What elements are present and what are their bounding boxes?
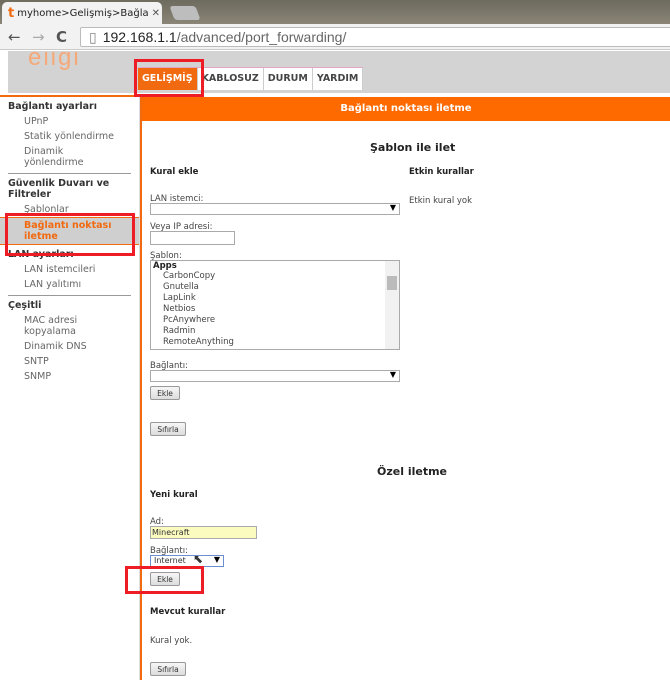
sidebar-item-lan-clients[interactable]: LAN istemcileri: [0, 262, 139, 277]
address-bar[interactable]: ▯ 192.168.1.1/advanced/port_forwarding/: [80, 27, 670, 47]
sidebar-section-title: Güvenlik Duvarı ve Filtreler: [8, 178, 110, 200]
custom-section-title: Özel iletme: [377, 465, 447, 478]
sidebar-section-title: Çeşitli: [8, 300, 42, 311]
chevron-down-icon: ▼: [389, 203, 396, 212]
reload-icon[interactable]: C: [56, 28, 67, 46]
lan-client-select[interactable]: ▼: [150, 203, 400, 215]
url-host: 192.168.1.1: [102, 29, 177, 45]
new-tab-button[interactable]: [169, 6, 201, 20]
page-icon: ▯: [89, 28, 97, 45]
tab-kablosuz[interactable]: KABLOSUZ: [197, 68, 264, 90]
ip-address-input[interactable]: [150, 231, 235, 245]
tab-durum[interactable]: DURUM: [263, 68, 313, 90]
tab-title: myhome>Gelişmiş>Bağla: [17, 7, 149, 19]
sidebar-item-dynamic-routing[interactable]: Dinamik yönlendirme: [0, 144, 110, 170]
active-rules-empty: Etkin kural yok: [409, 196, 473, 206]
highlight-box: [134, 59, 204, 97]
scrollbar[interactable]: [385, 261, 399, 349]
existing-rules-empty: Kural yok.: [150, 636, 193, 646]
chevron-down-icon: ▼: [213, 555, 220, 564]
selected-value: Internet: [154, 556, 186, 565]
sidebar-item-ddns[interactable]: Dinamik DNS: [0, 339, 139, 354]
chevron-down-icon: ▼: [389, 370, 396, 379]
sidebar: Bağlantı ayarları UPnP Statik yönlendirm…: [0, 95, 140, 680]
mouse-cursor-icon: ⬉: [193, 552, 204, 566]
template-add-button[interactable]: Ekle: [150, 386, 180, 400]
listbox-option[interactable]: RemoteAnything: [151, 337, 399, 348]
sidebar-item-sntp[interactable]: SNTP: [0, 354, 139, 369]
listbox-option[interactable]: Gnutella: [151, 282, 399, 293]
new-rule-heading: Yeni kural: [150, 490, 198, 500]
tab-yardim[interactable]: YARDIM: [312, 68, 364, 90]
active-rules-heading: Etkin kurallar: [409, 167, 474, 177]
back-icon[interactable]: ←: [8, 28, 21, 46]
page-title: Bağlantı noktası iletme: [142, 97, 670, 121]
forward-icon[interactable]: →: [32, 28, 45, 46]
listbox-option[interactable]: Netbios: [151, 304, 399, 315]
connection-select[interactable]: ▼: [150, 370, 400, 382]
sidebar-item-lan-isolation[interactable]: LAN yalıtımı: [0, 277, 139, 292]
existing-rules-heading: Mevcut kurallar: [150, 607, 226, 617]
template-reset-button[interactable]: Sıfırla: [150, 422, 186, 436]
close-icon[interactable]: ✕: [152, 8, 160, 19]
listbox-option[interactable]: PcAnywhere: [151, 315, 399, 326]
rule-name-input[interactable]: Minecraft: [150, 526, 257, 539]
site-favicon: t: [8, 5, 15, 21]
sidebar-item-upnp[interactable]: UPnP: [0, 114, 139, 129]
template-section-title: Şablon ile ilet: [370, 141, 456, 154]
add-rule-heading: Kural ekle: [150, 167, 199, 177]
listbox-option[interactable]: CarbonCopy: [151, 271, 399, 282]
browser-tab[interactable]: t myhome>Gelişmiş>Bağla ✕: [2, 2, 162, 24]
custom-reset-button[interactable]: Sıfırla: [150, 662, 186, 676]
template-listbox[interactable]: Apps CarbonCopy Gnutella LapLink Netbios…: [150, 260, 400, 350]
sidebar-item-snmp[interactable]: SNMP: [0, 369, 139, 384]
listbox-option[interactable]: Radmin: [151, 326, 399, 337]
listbox-group: Apps: [153, 261, 177, 271]
highlight-box: [5, 213, 135, 256]
highlight-box: [125, 566, 204, 594]
sidebar-item-static-routing[interactable]: Statik yönlendirme: [0, 129, 139, 144]
sidebar-section-title: Bağlantı ayarları: [8, 101, 98, 112]
scrollbar-thumb[interactable]: [387, 276, 397, 290]
sidebar-item-mac-clone[interactable]: MAC adresi kopyalama: [0, 313, 100, 339]
url-path: /advanced/port_forwarding/: [176, 29, 347, 45]
content-area: [140, 97, 670, 680]
listbox-option[interactable]: LapLink: [151, 293, 399, 304]
